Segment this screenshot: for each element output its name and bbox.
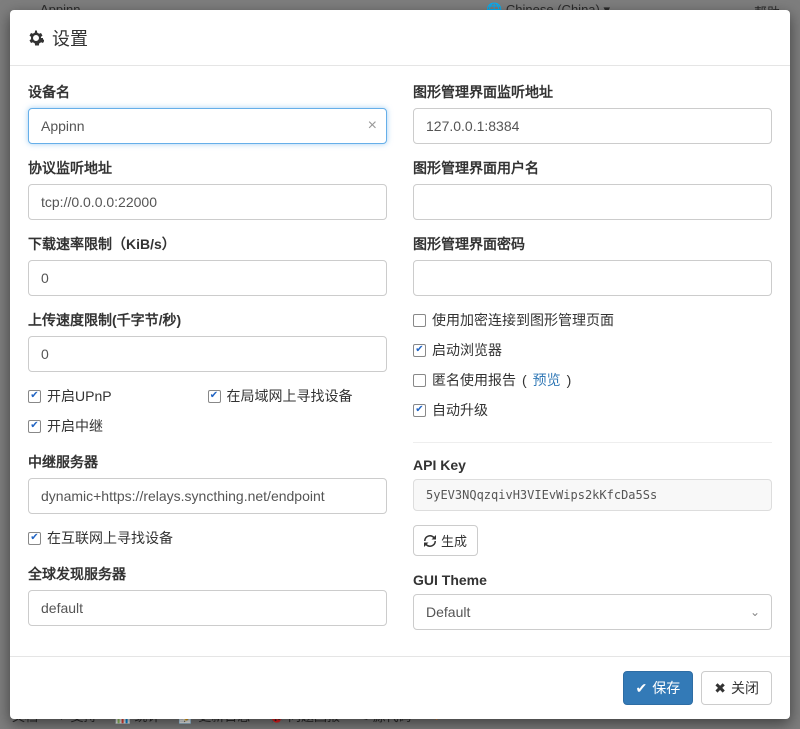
relay-label: 开启中继: [47, 416, 103, 436]
global-discovery-checkbox[interactable]: 在互联网上寻找设备: [28, 528, 387, 548]
global-discovery-server-label: 全球发现服务器: [28, 564, 387, 584]
modal-title: 设置: [52, 25, 88, 51]
checkbox-icon: [28, 420, 41, 433]
start-browser-checkbox[interactable]: 启动浏览器: [413, 340, 772, 360]
checkbox-icon: [413, 344, 426, 357]
gui-password-input[interactable]: [413, 260, 772, 296]
local-discovery-checkbox[interactable]: 在局域网上寻找设备: [208, 386, 388, 406]
regenerate-label: 生成: [441, 531, 467, 550]
relay-server-input[interactable]: [28, 478, 387, 514]
download-rate-label: 下载速率限制（KiB/s）: [28, 234, 387, 254]
api-key-value: 5yEV3NQqzqivH3VIEvWips2kKfcDa5Ss: [413, 479, 772, 511]
auto-upgrade-checkbox[interactable]: 自动升级: [413, 400, 772, 420]
checkbox-icon: [28, 532, 41, 545]
local-discovery-label: 在局域网上寻找设备: [227, 386, 353, 406]
close-icon: ✖: [714, 680, 726, 697]
upnp-checkbox[interactable]: 开启UPnP: [28, 386, 208, 406]
save-label: 保存: [652, 678, 680, 698]
upnp-label: 开启UPnP: [47, 386, 112, 406]
https-checkbox[interactable]: 使用加密连接到图形管理页面: [413, 310, 772, 330]
checkbox-icon: [413, 314, 426, 327]
sync-address-input[interactable]: [28, 184, 387, 220]
checkbox-icon: [28, 390, 41, 403]
checkbox-icon: [208, 390, 221, 403]
start-browser-label: 启动浏览器: [432, 340, 502, 360]
refresh-icon: [424, 535, 436, 547]
gui-theme-select[interactable]: [413, 594, 772, 630]
settings-modal: 设置 设备名 × 协议监听地址 下载速率限制（KiB/s）: [10, 10, 790, 719]
left-column: 设备名 × 协议监听地址 下载速率限制（KiB/s） 上传速度限制(千字节/秒): [28, 82, 387, 644]
close-button[interactable]: ✖ 关闭: [701, 671, 772, 705]
right-column: 图形管理界面监听地址 图形管理界面用户名 图形管理界面密码 使用加密连接到图形管…: [413, 82, 772, 644]
modal-body: 设备名 × 协议监听地址 下载速率限制（KiB/s） 上传速度限制(千字节/秒): [10, 66, 790, 656]
global-discovery-server-input[interactable]: [28, 590, 387, 626]
preview-link[interactable]: 预览: [533, 370, 561, 390]
gui-address-input[interactable]: [413, 108, 772, 144]
chevron-down-icon: ⌄: [750, 605, 760, 619]
download-rate-input[interactable]: [28, 260, 387, 296]
gui-theme-label: GUI Theme: [413, 572, 772, 588]
modal-header: 设置: [10, 10, 790, 66]
anon-report-label: 匿名使用报告: [432, 370, 516, 390]
sync-address-label: 协议监听地址: [28, 158, 387, 178]
close-label: 关闭: [731, 678, 759, 698]
check-icon: ✔: [636, 680, 648, 697]
anon-report-checkbox[interactable]: 匿名使用报告 (预览): [413, 370, 772, 390]
clear-icon[interactable]: ×: [368, 117, 377, 135]
modal-footer: ✔ 保存 ✖ 关闭: [10, 656, 790, 719]
https-label: 使用加密连接到图形管理页面: [432, 310, 614, 330]
gui-user-label: 图形管理界面用户名: [413, 158, 772, 178]
gui-password-label: 图形管理界面密码: [413, 234, 772, 254]
gui-address-label: 图形管理界面监听地址: [413, 82, 772, 102]
auto-upgrade-label: 自动升级: [432, 400, 488, 420]
regenerate-button[interactable]: 生成: [413, 525, 478, 556]
device-name-input[interactable]: [28, 108, 387, 144]
checkbox-icon: [413, 404, 426, 417]
divider: [413, 442, 772, 443]
upload-rate-input[interactable]: [28, 336, 387, 372]
relay-server-label: 中继服务器: [28, 452, 387, 472]
gui-user-input[interactable]: [413, 184, 772, 220]
device-name-label: 设备名: [28, 82, 387, 102]
checkbox-icon: [413, 374, 426, 387]
global-discovery-label: 在互联网上寻找设备: [47, 528, 173, 548]
save-button[interactable]: ✔ 保存: [623, 671, 694, 705]
gear-icon: [28, 30, 44, 46]
api-key-label: API Key: [413, 457, 772, 473]
relay-checkbox[interactable]: 开启中继: [28, 416, 387, 436]
upload-rate-label: 上传速度限制(千字节/秒): [28, 310, 387, 330]
